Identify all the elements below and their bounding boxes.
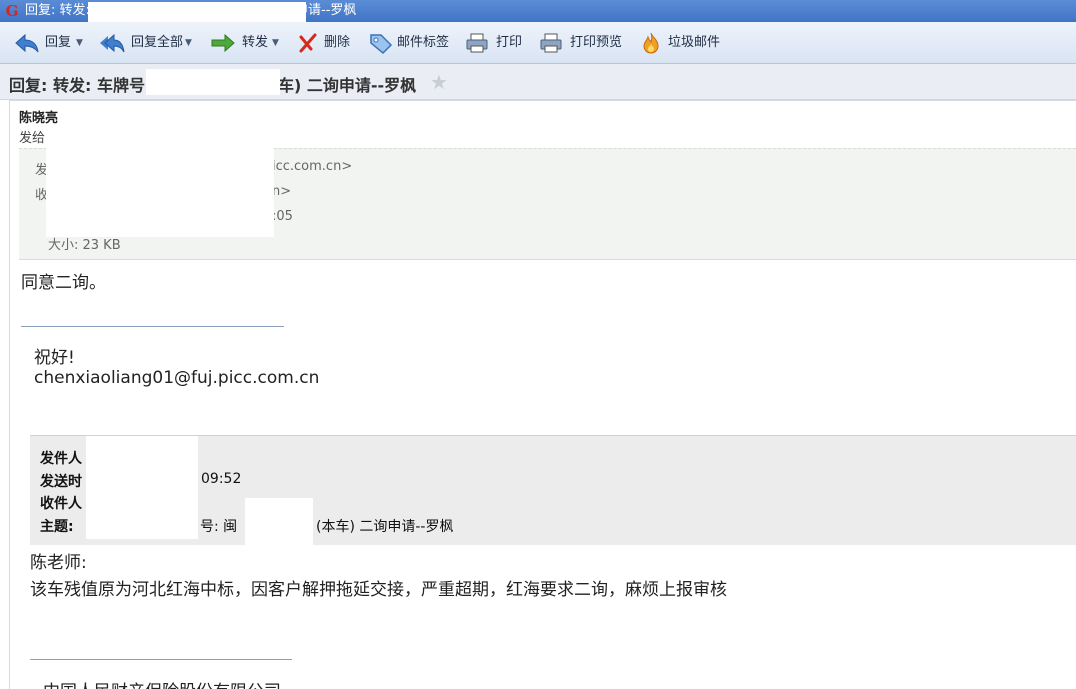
quoted-subject-label: 主题: (40, 519, 74, 535)
reply-all-button[interactable]: 回复全部 ▼ (99, 30, 195, 56)
subject-suffix: 车) 二询申请--罗枫 (278, 76, 417, 95)
reply-body-text: 同意二询。 (21, 273, 106, 293)
quoted-from-label: 发件人 (40, 451, 82, 467)
window-title-prefix: 回复: 转发: (25, 3, 90, 18)
signature-divider (21, 326, 284, 327)
print-label: 打印 (496, 35, 523, 50)
signature-greeting: 祝好! (34, 348, 75, 368)
mail-tag-label: 邮件标签 (397, 35, 450, 50)
print-preview-button[interactable]: 打印预览 (538, 30, 624, 56)
quoted-company-name: 中国人民财产保险股份有限公司 (43, 677, 281, 689)
redacted-region (86, 436, 198, 539)
redacted-region (245, 498, 313, 545)
delete-icon (299, 33, 317, 53)
signature-email[interactable]: chenxiaoliang01@fuj.picc.com.cn (34, 368, 319, 388)
quoted-subject-tail: (本车) 二询申请--罗枫 (316, 519, 454, 535)
quoted-sent-tail: 09:52 (201, 471, 242, 487)
sender-name[interactable]: 陈晓亮 (19, 107, 58, 126)
delete-button[interactable]: 删除 (296, 30, 354, 56)
forward-arrow-icon (211, 33, 235, 53)
print-preview-icon (540, 33, 562, 53)
print-button[interactable]: 打印 (464, 30, 524, 56)
quoted-body-text: 该车残值原为河北红海中标，因客户解押拖延交接，严重超期，红海要求二询，麻烦上报审… (30, 580, 727, 600)
quoted-signature-divider (30, 659, 292, 660)
reply-all-arrow-icon (100, 33, 125, 53)
redacted-region (146, 69, 280, 95)
window-title-suffix: 申请--罗枫 (295, 3, 357, 18)
meta-from-tail: icc.com.cn> (272, 159, 353, 174)
tag-icon (370, 34, 393, 55)
meta-time-tail: :05 (272, 209, 293, 224)
quoted-subject-mid: 号: 闽 (200, 519, 238, 535)
mail-tag-button[interactable]: 邮件标签 (368, 30, 452, 56)
redacted-region (46, 126, 274, 237)
reply-label: 回复 (45, 35, 72, 50)
quoted-greeting: 陈老师: (30, 553, 87, 573)
toolbar: 回复 ▼ 回复全部 ▼ 转发 ▼ 删除 邮件标签 打印 打印预览 垃圾邮件 (0, 22, 1076, 64)
print-preview-label: 打印预览 (570, 35, 623, 50)
forward-label: 转发 (242, 35, 269, 50)
subject-prefix: 回复: 转发: 车牌号: (9, 76, 152, 95)
spam-label: 垃圾邮件 (668, 35, 721, 50)
forward-dropdown-caret-icon[interactable]: ▼ (272, 30, 279, 56)
reply-button[interactable]: 回复 ▼ (14, 30, 86, 56)
spam-button[interactable]: 垃圾邮件 (638, 30, 722, 56)
flame-icon (643, 32, 659, 54)
reply-dropdown-caret-icon[interactable]: ▼ (76, 30, 83, 56)
quoted-sent-label: 发送时 (40, 474, 82, 490)
meta-to-tail: n> (272, 184, 292, 199)
delete-label: 删除 (324, 35, 351, 50)
star-icon[interactable]: ★ (430, 70, 448, 94)
app-logo-icon: G (5, 2, 19, 20)
quoted-to-label: 收件人 (40, 496, 82, 512)
reply-all-label: 回复全部 (131, 35, 184, 50)
reply-arrow-icon (15, 33, 39, 53)
window-title-bar: G 回复: 转发: 申请--罗枫 (0, 0, 1076, 39)
printer-icon (466, 33, 488, 53)
reply-all-dropdown-caret-icon[interactable]: ▼ (185, 30, 192, 56)
forward-button[interactable]: 转发 ▼ (210, 30, 284, 56)
